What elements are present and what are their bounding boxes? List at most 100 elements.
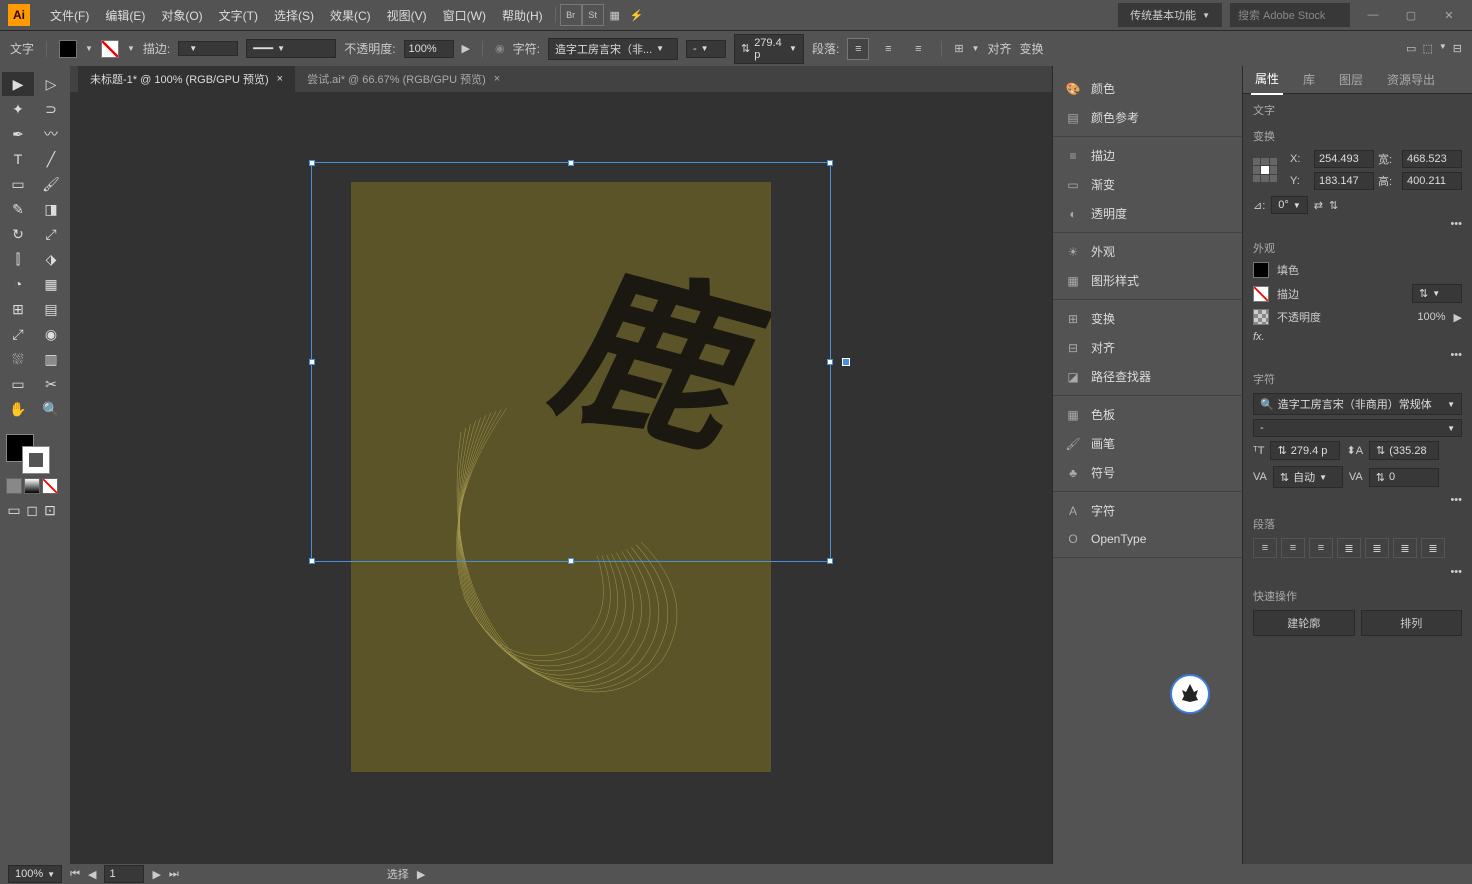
scale-tool[interactable]: ⤢: [35, 222, 67, 246]
color-mode-solid[interactable]: [6, 478, 22, 494]
doc-tab-2[interactable]: 尝试.ai* @ 66.67% (RGB/GPU 预览)×: [295, 66, 512, 92]
shape-builder-tool[interactable]: ◔: [2, 272, 34, 296]
envelope-icon[interactable]: ⊞: [954, 42, 963, 55]
menu-object[interactable]: 对象(O): [153, 3, 210, 28]
x-input[interactable]: [1314, 150, 1374, 168]
minimize-icon[interactable]: —: [1358, 5, 1388, 25]
chevron-down-icon[interactable]: ▼: [85, 44, 93, 53]
justify-center[interactable]: ≣: [1365, 538, 1389, 558]
more-options-icon[interactable]: •••: [1450, 349, 1462, 361]
search-stock[interactable]: 搜索 Adobe Stock: [1230, 3, 1350, 27]
panel-pathfinder[interactable]: ◪路径查找器: [1053, 362, 1242, 391]
width-tool[interactable]: ⫿: [2, 247, 34, 271]
menu-help[interactable]: 帮助(H): [494, 3, 551, 28]
font-style[interactable]: -▼: [686, 40, 726, 58]
tab-library[interactable]: 库: [1299, 66, 1319, 94]
chevron-down-icon[interactable]: ▼: [127, 44, 135, 53]
h-input[interactable]: [1402, 172, 1462, 190]
align-left-icon[interactable]: ≡: [847, 38, 869, 60]
menu-file[interactable]: 文件(F): [42, 3, 97, 28]
selection-tool[interactable]: ▶: [2, 72, 34, 96]
eyedropper-tool[interactable]: ⤢: [2, 322, 34, 346]
magic-wand-tool[interactable]: ✦: [2, 97, 34, 121]
font-size[interactable]: ⇅ 279.4 p▼: [734, 34, 804, 64]
panel-appearance[interactable]: ☀外观: [1053, 237, 1242, 266]
panel-stroke[interactable]: ≡描边: [1053, 141, 1242, 170]
panel-graphic-styles[interactable]: ▦图形样式: [1053, 266, 1242, 295]
flip-v-icon[interactable]: ⇅: [1329, 199, 1338, 212]
panel-opentype[interactable]: OOpenType: [1053, 525, 1242, 553]
color-picker[interactable]: ▭◻⊡: [2, 430, 68, 522]
panel-transform[interactable]: ⊞变换: [1053, 304, 1242, 333]
panel-symbols[interactable]: ♣符号: [1053, 458, 1242, 487]
panel-swatches[interactable]: ▦色板: [1053, 400, 1242, 429]
symbol-sprayer-tool[interactable]: ⛆: [2, 347, 34, 371]
options-menu-icon[interactable]: ⊟: [1453, 42, 1462, 55]
font-family-select[interactable]: 🔍 造字工房言宋（非商用）常规体▼: [1253, 393, 1462, 415]
more-options-icon[interactable]: •••: [1450, 494, 1462, 506]
w-input[interactable]: [1402, 150, 1462, 168]
more-options-icon[interactable]: •••: [1450, 218, 1462, 230]
more-options-icon[interactable]: •••: [1450, 566, 1462, 578]
type-tool[interactable]: T: [2, 147, 34, 171]
doc-tab-1[interactable]: 未标题-1* @ 100% (RGB/GPU 预览)×: [78, 66, 295, 92]
stock-icon[interactable]: St: [582, 4, 604, 26]
screen-mode-3[interactable]: ⊡: [42, 502, 58, 518]
stroke-color[interactable]: [22, 446, 50, 474]
align-label[interactable]: 对齐: [987, 40, 1011, 57]
mesh-tool[interactable]: ⊞: [2, 297, 34, 321]
align-left[interactable]: ≡: [1253, 538, 1277, 558]
nav-prev-icon[interactable]: ◀: [88, 868, 96, 881]
zoom-tool[interactable]: 🔍: [35, 397, 67, 421]
panel-brushes[interactable]: 🖌画笔: [1053, 429, 1242, 458]
perspective-tool[interactable]: ▦: [35, 272, 67, 296]
panel-gradient[interactable]: ▭渐变: [1053, 170, 1242, 199]
opacity-icon[interactable]: [1253, 309, 1269, 325]
angle-input[interactable]: 0°▼: [1271, 196, 1307, 214]
menu-text[interactable]: 文字(T): [211, 3, 266, 28]
menu-view[interactable]: 视图(V): [379, 3, 435, 28]
font-size-input[interactable]: ⇅279.4 p: [1270, 441, 1340, 460]
font-family[interactable]: 造字工房言宋（非...▼: [548, 38, 678, 60]
direct-selection-tool[interactable]: ▷: [35, 72, 67, 96]
color-mode-none[interactable]: [42, 478, 58, 494]
reference-point[interactable]: [1253, 158, 1277, 182]
rectangle-tool[interactable]: ▭: [2, 172, 34, 196]
screen-mode[interactable]: ▭: [6, 502, 22, 518]
gradient-tool[interactable]: ▤: [35, 297, 67, 321]
blend-tool[interactable]: ◉: [35, 322, 67, 346]
arrange-button[interactable]: 排列: [1361, 610, 1463, 636]
panel-align[interactable]: ⊟对齐: [1053, 333, 1242, 362]
arrange-docs-icon[interactable]: ▦: [604, 4, 626, 26]
curvature-tool[interactable]: 〰: [35, 122, 67, 146]
variable-width[interactable]: ━━━▼: [246, 39, 336, 58]
justify-all[interactable]: ≣: [1421, 538, 1445, 558]
kerning-input[interactable]: ⇅自动▼: [1273, 466, 1343, 488]
color-mode-gradient[interactable]: [24, 478, 40, 494]
align-center-icon[interactable]: ≡: [877, 38, 899, 60]
leading-input[interactable]: ⇅(335.28: [1369, 441, 1439, 460]
fill-swatch[interactable]: [1253, 262, 1269, 278]
artboard-nav[interactable]: [104, 865, 144, 883]
panel-color[interactable]: 🎨颜色: [1053, 74, 1242, 103]
menu-edit[interactable]: 编辑(E): [97, 3, 153, 28]
slice-tool[interactable]: ✂: [35, 372, 67, 396]
justify-right[interactable]: ≣: [1393, 538, 1417, 558]
canvas-viewport[interactable]: 鹿: [70, 92, 1052, 864]
tab-export[interactable]: 资源导出: [1383, 66, 1439, 94]
opacity-input[interactable]: [404, 40, 454, 58]
nav-next-icon[interactable]: ▶: [152, 868, 160, 881]
bridge-icon[interactable]: Br: [560, 4, 582, 26]
close-tab-icon[interactable]: ×: [277, 73, 283, 85]
stroke-swatch[interactable]: [101, 40, 119, 58]
zoom-level[interactable]: 100%▼: [8, 865, 62, 883]
pen-tool[interactable]: ✒: [2, 122, 34, 146]
maximize-icon[interactable]: ▢: [1396, 5, 1426, 25]
opacity-arrow-icon[interactable]: ▶: [462, 42, 470, 55]
nav-last-icon[interactable]: ⏭: [169, 868, 179, 881]
fill-swatch[interactable]: [59, 40, 77, 58]
font-style-select[interactable]: -▼: [1253, 419, 1462, 437]
transform-label[interactable]: 变换: [1019, 40, 1043, 57]
close-icon[interactable]: ✕: [1434, 5, 1464, 25]
shaper-tool[interactable]: ✎: [2, 197, 34, 221]
